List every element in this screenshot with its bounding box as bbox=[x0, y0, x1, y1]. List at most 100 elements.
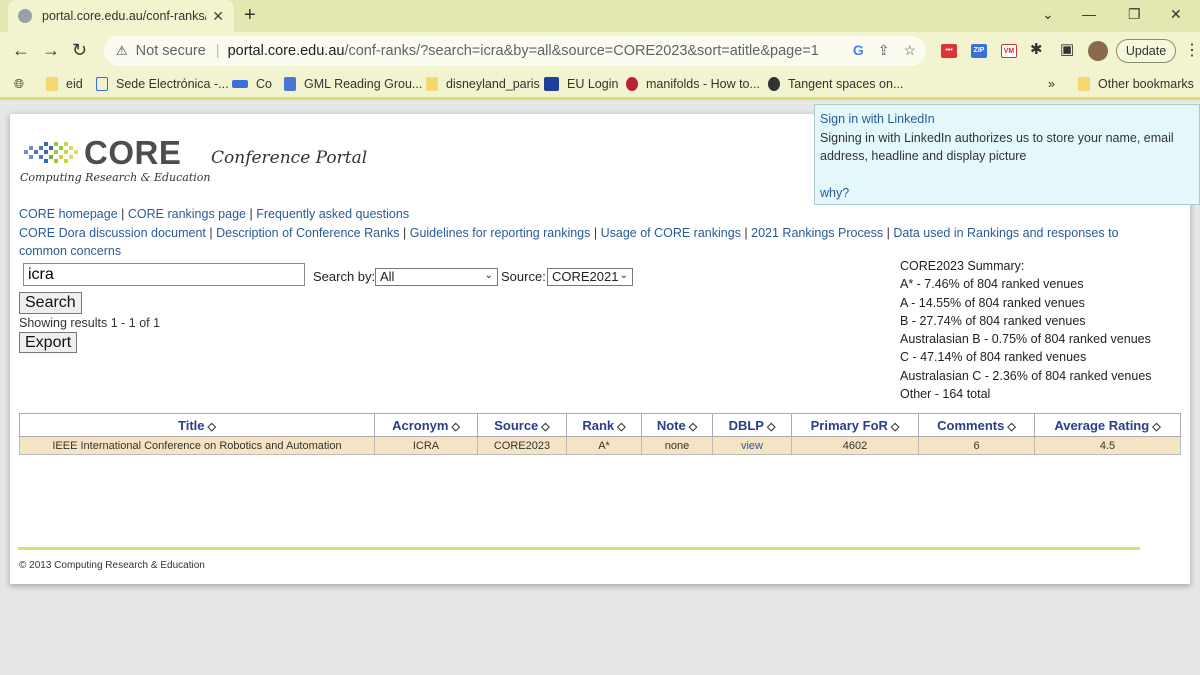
core-rankings-page-link[interactable]: CORE rankings page bbox=[128, 207, 246, 221]
search-button[interactable]: Search bbox=[19, 292, 82, 314]
new-tab-icon[interactable]: + bbox=[244, 4, 256, 27]
logo-grid-icon bbox=[24, 142, 78, 163]
google-icon[interactable]: G bbox=[853, 42, 864, 59]
sort-icon[interactable]: ◇ bbox=[208, 421, 216, 433]
column-rank[interactable]: Rank ◇ bbox=[566, 413, 642, 437]
chevron-down-icon: ⌄ bbox=[484, 270, 493, 281]
guidelines-link[interactable]: Guidelines for reporting rankings bbox=[410, 226, 591, 240]
cell-source: CORE2023 bbox=[477, 436, 567, 455]
summary-line: Australasian C - 2.36% of 804 ranked ven… bbox=[900, 368, 1152, 383]
back-icon[interactable]: ← bbox=[12, 40, 30, 61]
column-title[interactable]: Title ◇ bbox=[19, 413, 375, 437]
browser-tab[interactable]: portal.core.edu.au/conf-ranks/?se ✕ bbox=[8, 0, 234, 32]
logo-word: CORE bbox=[84, 134, 182, 171]
bookmark-co[interactable]: Co bbox=[232, 77, 272, 91]
results-count: Showing results 1 - 1 of 1 bbox=[19, 316, 161, 330]
sidepanel-icon[interactable]: ▣ bbox=[1060, 40, 1074, 58]
sort-icon[interactable]: ◇ bbox=[689, 421, 697, 433]
bookmark-eu-login[interactable]: EU Login bbox=[544, 77, 618, 91]
source-select[interactable]: CORE2021 ⌄ bbox=[547, 268, 633, 286]
linkedin-signin-link[interactable]: Sign in with LinkedIn bbox=[820, 110, 1194, 129]
address-bar[interactable]: ⚠ Not secure | portal.core.edu.au/conf-r… bbox=[104, 36, 926, 66]
core-homepage-link[interactable]: CORE homepage bbox=[19, 207, 118, 221]
summary-title: CORE2023 Summary: bbox=[900, 259, 1025, 273]
forward-icon[interactable]: → bbox=[42, 40, 60, 61]
cell-note: none bbox=[641, 436, 713, 455]
menu-icon[interactable]: ⋮ bbox=[1184, 40, 1200, 60]
source-value: CORE2021 bbox=[552, 269, 619, 284]
sort-icon[interactable]: ◇ bbox=[1007, 421, 1015, 433]
dblp-view-link[interactable]: view bbox=[741, 440, 763, 452]
restore-icon[interactable]: ❐ bbox=[1128, 6, 1141, 23]
core-logo[interactable]: CORE Computing Research & Education bbox=[20, 134, 210, 188]
share-icon[interactable]: ⇪ bbox=[878, 42, 890, 59]
column-source[interactable]: Source ◇ bbox=[477, 413, 567, 437]
sort-icon[interactable]: ◇ bbox=[1152, 421, 1160, 433]
linkedin-description: Signing in with LinkedIn authorizes us t… bbox=[820, 130, 1174, 164]
faq-link[interactable]: Frequently asked questions bbox=[256, 207, 409, 221]
bookmark-label: disneyland_paris bbox=[446, 77, 540, 91]
chevron-down-icon: ⌄ bbox=[619, 270, 628, 281]
column-note[interactable]: Note ◇ bbox=[641, 413, 713, 437]
close-tab-icon[interactable]: ✕ bbox=[212, 8, 224, 25]
bookmark-sede[interactable]: Sede Electrónica -... bbox=[96, 77, 229, 91]
header-label: Source bbox=[494, 417, 539, 433]
bookmark-tangent[interactable]: Tangent spaces on... bbox=[768, 77, 903, 91]
column-comments[interactable]: Comments ◇ bbox=[918, 413, 1035, 437]
not-secure-label: Not secure bbox=[135, 43, 206, 59]
column-dblp[interactable]: DBLP ◇ bbox=[712, 413, 792, 437]
globe-icon[interactable]: 🌐︎ bbox=[14, 77, 24, 92]
sort-icon[interactable]: ◇ bbox=[767, 421, 775, 433]
sort-icon[interactable]: ◇ bbox=[451, 421, 459, 433]
summary-line: Other - 164 total bbox=[900, 387, 991, 402]
linkedin-popup: Sign in with LinkedIn Signing in with Li… bbox=[814, 104, 1200, 205]
linkedin-why-link[interactable]: why? bbox=[820, 184, 1194, 203]
description-link[interactable]: Description of Conference Ranks bbox=[216, 226, 399, 240]
bookmark-label: manifolds - How to... bbox=[646, 77, 760, 91]
summary-line: A - 14.55% of 804 ranked venues bbox=[900, 295, 1085, 310]
summary-line: A* - 7.46% of 804 ranked venues bbox=[900, 277, 1084, 292]
bookmark-gml[interactable]: GML Reading Grou... bbox=[284, 77, 422, 91]
sort-icon[interactable]: ◇ bbox=[891, 421, 899, 433]
close-window-icon[interactable]: ✕ bbox=[1170, 6, 1182, 23]
rankings-table: Title ◇ Acronym ◇ Source ◇ Rank ◇ Note ◇ DBLP… bbox=[19, 413, 1181, 455]
puzzle-icon[interactable]: ✱ bbox=[1030, 40, 1043, 58]
process-2021-link[interactable]: 2021 Rankings Process bbox=[751, 226, 883, 240]
sort-icon[interactable]: ◇ bbox=[617, 421, 625, 433]
header-label: Acronym bbox=[392, 417, 449, 433]
vm-extension-icon[interactable]: VM bbox=[1001, 44, 1017, 58]
sort-icon[interactable]: ◇ bbox=[541, 421, 549, 433]
bookmark-manifolds[interactable]: manifolds - How to... bbox=[626, 77, 760, 91]
dora-link[interactable]: CORE Dora discussion document bbox=[19, 226, 206, 240]
usage-link[interactable]: Usage of CORE rankings bbox=[601, 226, 741, 240]
search-by-value: All bbox=[380, 269, 395, 284]
header-label: Rank bbox=[582, 417, 615, 433]
eu-flag-icon bbox=[544, 77, 559, 91]
bookmark-eid[interactable]: eid bbox=[46, 77, 83, 91]
cell-title: IEEE International Conference on Robotic… bbox=[19, 436, 375, 455]
column-primary-for[interactable]: Primary FoR ◇ bbox=[791, 413, 919, 437]
divider: | bbox=[215, 43, 220, 59]
minimize-icon[interactable]: — bbox=[1082, 6, 1096, 22]
bookmark-other[interactable]: Other bookmarks bbox=[1078, 77, 1194, 91]
star-icon[interactable]: ☆ bbox=[903, 42, 916, 59]
avatar[interactable] bbox=[1088, 41, 1108, 61]
table-row[interactable]: IEEE International Conference on Robotic… bbox=[19, 436, 1181, 455]
more-bookmarks-icon[interactable]: » bbox=[1048, 77, 1055, 91]
zip-extension-icon[interactable]: ZIP bbox=[971, 44, 987, 58]
update-button[interactable]: Update bbox=[1116, 39, 1176, 63]
reload-icon[interactable]: ↻ bbox=[72, 40, 87, 61]
rank-summary: CORE2023 Summary: A* - 7.46% of 804 rank… bbox=[900, 257, 1152, 403]
column-acronym[interactable]: Acronym ◇ bbox=[374, 413, 478, 437]
export-button[interactable]: Export bbox=[19, 332, 78, 353]
bookmark-disneyland[interactable]: disneyland_paris bbox=[426, 77, 540, 91]
bookmark-label: EU Login bbox=[567, 77, 619, 91]
nav-links: CORE homepage | CORE rankings page | Fre… bbox=[19, 207, 1119, 258]
search-by-select[interactable]: All ⌄ bbox=[375, 268, 498, 286]
chevron-down-icon[interactable]: ⌄ bbox=[1042, 6, 1054, 23]
globe-icon bbox=[768, 77, 780, 91]
search-input[interactable] bbox=[23, 263, 305, 286]
column-average-rating[interactable]: Average Rating ◇ bbox=[1034, 413, 1181, 437]
extension-red-icon[interactable]: ••• bbox=[941, 44, 957, 58]
url-path: /conf-ranks/?search=icra&by=all&source=C… bbox=[344, 43, 819, 59]
